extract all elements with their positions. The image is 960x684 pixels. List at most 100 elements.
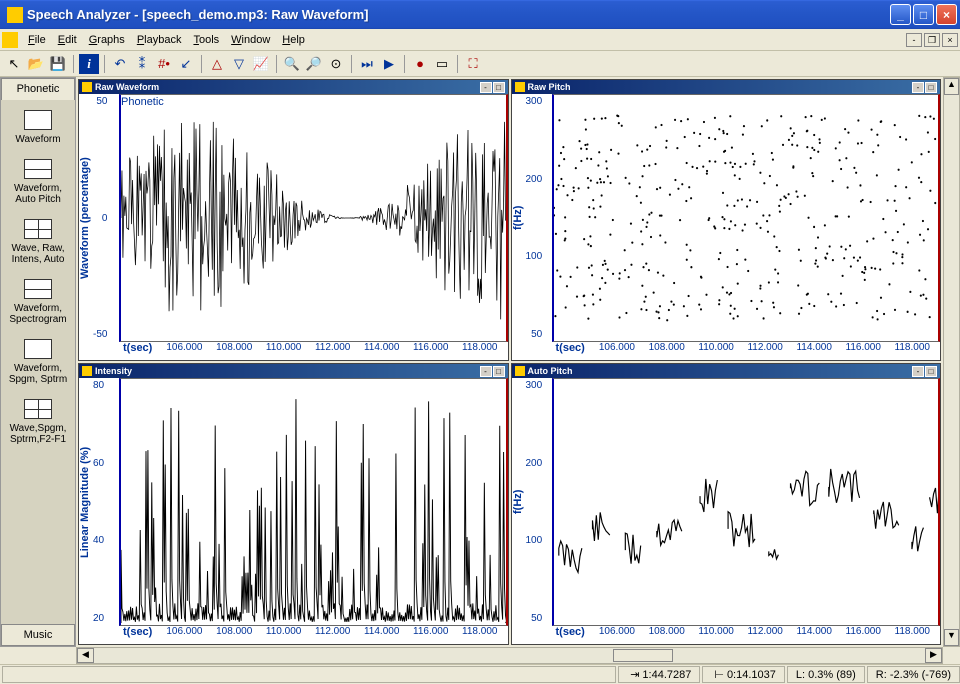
- cursor-icon: ⊢: [711, 668, 727, 681]
- x-axis-label: t(sec): [552, 342, 589, 360]
- title-bar: Speech Analyzer - [speech_demo.mp3: Raw …: [0, 0, 960, 29]
- waveform-autopitch-preset-icon: [24, 159, 52, 179]
- panel-icon: [515, 82, 525, 92]
- status-cursor-time: ⊢0:14.1037: [702, 666, 785, 683]
- close-button[interactable]: ×: [936, 4, 957, 25]
- skip-icon[interactable]: ⏭: [357, 54, 377, 74]
- scroll-right-icon[interactable]: ▶: [925, 648, 942, 663]
- time-icon: ⇥: [627, 668, 642, 681]
- x-ticks: 106.000108.000110.000112.000114.000116.0…: [156, 626, 507, 644]
- panel-icon: [515, 366, 525, 376]
- triangle-down-icon[interactable]: ▽: [229, 54, 249, 74]
- menu-bar: File Edit Graphs Playback Tools Window H…: [0, 29, 960, 51]
- chart-icon[interactable]: 📈: [251, 54, 271, 74]
- arrow-icon[interactable]: ↙: [176, 54, 196, 74]
- play-icon[interactable]: ▶: [379, 54, 399, 74]
- status-l-value: L: 0.3% (89): [787, 666, 865, 683]
- stage-icon[interactable]: ⛶: [463, 54, 483, 74]
- menu-tools[interactable]: Tools: [187, 32, 225, 48]
- status-pane-empty: [2, 666, 616, 683]
- horizontal-scrollbar-row: ◀ ▶: [0, 647, 960, 664]
- zoom-out-icon[interactable]: 🔎: [304, 54, 324, 74]
- sidebar-item-waveform-auto-pitch[interactable]: Waveform, Auto Pitch: [1, 155, 75, 215]
- status-r-value: R: -2.3% (-769): [867, 666, 960, 683]
- toolbar: ↖ 📂 💾 i ↶ ⁑ #• ↙ △ ▽ 📈 🔍 🔎 ⊙ ⏭ ▶ ● ▭ ⛶: [0, 51, 960, 77]
- menu-help[interactable]: Help: [276, 32, 311, 48]
- info-icon[interactable]: i: [79, 54, 99, 74]
- panel-minimize-icon[interactable]: -: [912, 366, 924, 377]
- panel-header-raw-waveform[interactable]: Raw Waveform - □: [79, 80, 508, 94]
- scroll-left-icon[interactable]: ◀: [77, 648, 94, 663]
- panel-auto-pitch: Auto Pitch - □ f(Hz) 300 200 100 50: [511, 363, 942, 645]
- plot-raw-waveform[interactable]: [119, 94, 508, 342]
- menu-playback[interactable]: Playback: [131, 32, 188, 48]
- menu-edit[interactable]: Edit: [52, 32, 83, 48]
- horizontal-scrollbar[interactable]: ◀ ▶: [76, 647, 943, 664]
- panel-minimize-icon[interactable]: -: [480, 366, 492, 377]
- sidebar-item-wave-spgm-sptrm-f2f1[interactable]: Wave,Spgm, Sptrm,F2-F1: [1, 395, 75, 455]
- menu-file[interactable]: File: [22, 32, 52, 48]
- undo-icon[interactable]: ↶: [110, 54, 130, 74]
- waveform-spectrogram-preset-icon: [24, 279, 52, 299]
- marker1-icon[interactable]: ⁑: [132, 54, 152, 74]
- three-row-preset-icon: [24, 339, 52, 359]
- x-ticks: 106.000108.000110.000112.000114.000116.0…: [589, 342, 940, 360]
- status-total-time: ⇥1:44.7287: [618, 666, 700, 683]
- panel-header-raw-pitch[interactable]: Raw Pitch - □: [512, 80, 941, 94]
- y-ticks: 300 200 100 50: [524, 378, 545, 626]
- plot-auto-pitch[interactable]: [552, 378, 941, 626]
- sidebar-tab-phonetic[interactable]: Phonetic: [1, 78, 75, 100]
- scroll-thumb[interactable]: [613, 649, 673, 662]
- window-title: Speech Analyzer - [speech_demo.mp3: Raw …: [27, 7, 890, 22]
- sidebar: Phonetic Waveform Waveform, Auto Pitch W…: [0, 77, 76, 647]
- mdi-restore-button[interactable]: ❐: [924, 33, 940, 47]
- panel-maximize-icon[interactable]: □: [493, 366, 505, 377]
- waveform-preset-icon: [24, 110, 52, 130]
- menu-graphs[interactable]: Graphs: [83, 32, 131, 48]
- panel-raw-pitch: Raw Pitch - □ f(Hz) 300 200 100 50: [511, 79, 942, 361]
- four-panel-f2f1-preset-icon: [24, 399, 52, 419]
- sidebar-item-waveform-spgm-sptrm[interactable]: Waveform, Spgm, Sptrm: [1, 335, 75, 395]
- open-icon[interactable]: 📂: [26, 54, 46, 74]
- panel-minimize-icon[interactable]: -: [912, 82, 924, 93]
- marker2-icon[interactable]: #•: [154, 54, 174, 74]
- triangle-up-icon[interactable]: △: [207, 54, 227, 74]
- zoom-fit-icon[interactable]: ⊙: [326, 54, 346, 74]
- y-ticks: 50 0 -50: [91, 94, 109, 342]
- panel-icon: [82, 366, 92, 376]
- rect-icon[interactable]: ▭: [432, 54, 452, 74]
- plot-intensity[interactable]: [119, 378, 508, 626]
- plot-raw-pitch[interactable]: [552, 94, 941, 342]
- cursor-tool-icon[interactable]: ↖: [4, 54, 24, 74]
- panel-header-auto-pitch[interactable]: Auto Pitch - □: [512, 364, 941, 378]
- y-axis-label: Linear Magnitude (%): [79, 378, 91, 626]
- zoom-in-icon[interactable]: 🔍: [282, 54, 302, 74]
- save-icon[interactable]: 💾: [48, 54, 68, 74]
- x-axis-label: t(sec): [552, 626, 589, 644]
- sidebar-tab-music[interactable]: Music: [1, 624, 75, 646]
- panel-maximize-icon[interactable]: □: [493, 82, 505, 93]
- mdi-minimize-button[interactable]: -: [906, 33, 922, 47]
- mdi-close-button[interactable]: ×: [942, 33, 958, 47]
- record-icon[interactable]: ●: [410, 54, 430, 74]
- sidebar-item-waveform-spectrogram[interactable]: Waveform, Spectrogram: [1, 275, 75, 335]
- panel-header-intensity[interactable]: Intensity - □: [79, 364, 508, 378]
- panel-minimize-icon[interactable]: -: [480, 82, 492, 93]
- app-icon: [7, 7, 23, 23]
- sidebar-item-waveform[interactable]: Waveform: [1, 106, 75, 155]
- menu-window[interactable]: Window: [225, 32, 276, 48]
- maximize-button[interactable]: □: [913, 4, 934, 25]
- main-area: Phonetic Waveform Waveform, Auto Pitch W…: [0, 77, 960, 647]
- scroll-down-icon[interactable]: ▼: [944, 629, 959, 646]
- x-axis-label: t(sec): [119, 342, 156, 360]
- scroll-up-icon[interactable]: ▲: [944, 78, 959, 95]
- panel-icon: [82, 82, 92, 92]
- x-ticks: 106.000108.000110.000112.000114.000116.0…: [589, 626, 940, 644]
- panel-maximize-icon[interactable]: □: [925, 366, 937, 377]
- minimize-button[interactable]: _: [890, 4, 911, 25]
- menu-app-icon[interactable]: [2, 32, 18, 48]
- x-axis-label: t(sec): [119, 626, 156, 644]
- sidebar-item-wave-raw-intens-auto[interactable]: Wave, Raw, Intens, Auto: [1, 215, 75, 275]
- vertical-scrollbar[interactable]: ▲ ▼: [943, 77, 960, 647]
- panel-maximize-icon[interactable]: □: [925, 82, 937, 93]
